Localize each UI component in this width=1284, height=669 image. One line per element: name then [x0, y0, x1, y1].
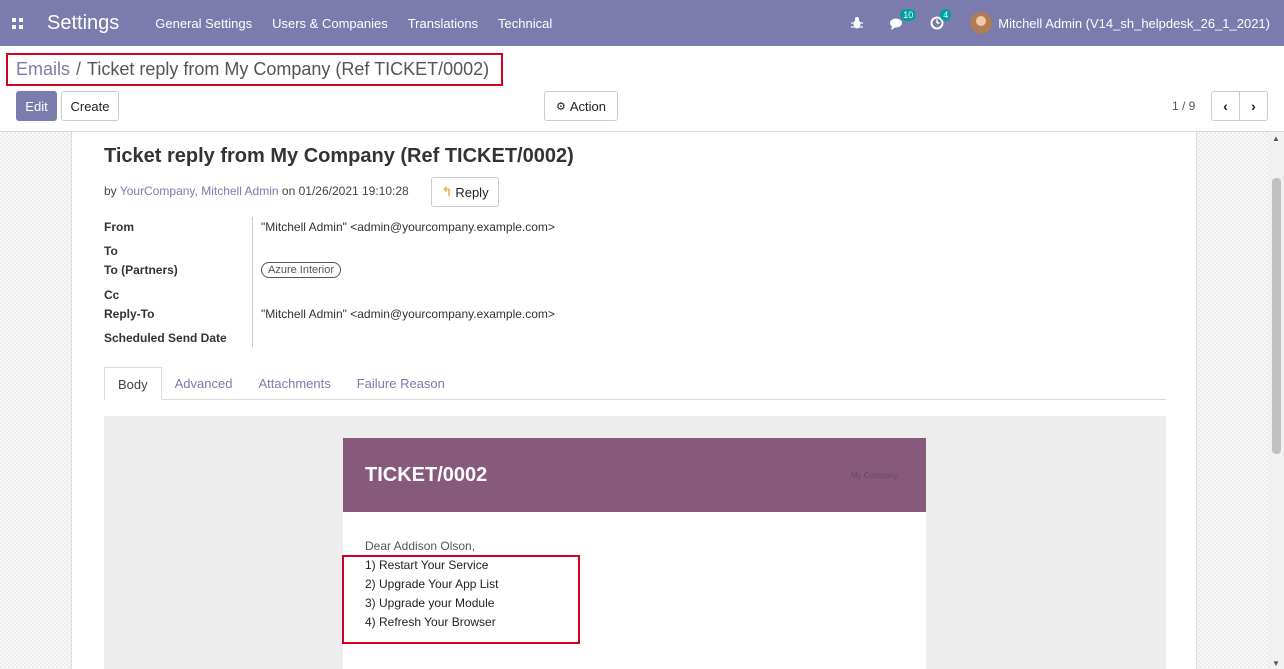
action-label: Action	[569, 98, 606, 114]
step-item: 2) Upgrade Your App List	[365, 577, 499, 591]
scheduled-send-date-label: Scheduled Send Date	[104, 331, 227, 345]
from-label: From	[104, 220, 134, 234]
activities-clock-icon[interactable]: 4	[930, 9, 952, 30]
reply-button[interactable]: ↰ Reply	[431, 177, 499, 207]
menu-translations[interactable]: Translations	[408, 16, 478, 31]
reply-label: Reply	[455, 184, 489, 200]
ticket-reference: TICKET/0002	[365, 464, 488, 486]
debug-bug-icon[interactable]	[850, 16, 864, 30]
tab-body[interactable]: Body	[104, 367, 162, 400]
scroll-down-icon[interactable]: ▼	[1272, 659, 1280, 668]
top-navbar: Settings General Settings Users & Compan…	[0, 0, 1284, 46]
tab-failure-reason[interactable]: Failure Reason	[344, 367, 458, 399]
create-button[interactable]: Create	[61, 91, 119, 121]
breadcrumb-current: Ticket reply from My Company (Ref TICKET…	[87, 59, 490, 79]
reply-to-value: "Mitchell Admin" <admin@yourcompany.exam…	[261, 307, 555, 321]
menu-general-settings[interactable]: General Settings	[155, 16, 252, 31]
email-header: TICKET/0002 My Company	[343, 438, 926, 512]
user-menu[interactable]: Mitchell Admin (V14_sh_helpdesk_26_1_202…	[998, 16, 1270, 31]
pager-buttons: ‹ ›	[1211, 91, 1268, 121]
menu-users-companies[interactable]: Users & Companies	[272, 16, 388, 31]
messages-chat-icon[interactable]: 10	[890, 9, 917, 30]
partner-tag[interactable]: Azure Interior	[261, 262, 342, 278]
messages-count-badge: 10	[900, 9, 917, 21]
cc-label: Cc	[104, 288, 120, 302]
to-partners-label: To (Partners)	[104, 263, 178, 277]
reply-to-label: Reply-To	[104, 307, 155, 321]
by-prefix: by	[104, 184, 117, 198]
activities-count-badge: 4	[940, 9, 952, 21]
step-item: 1) Restart Your Service	[365, 558, 489, 572]
date-prefix: on	[281, 184, 296, 198]
to-label: To	[104, 244, 118, 258]
vertical-scrollbar[interactable]: ▲ ▼	[1269, 132, 1284, 669]
action-button[interactable]: ⚙ Action	[544, 91, 618, 121]
apps-menu-icon[interactable]	[12, 17, 23, 29]
scroll-thumb[interactable]	[1272, 178, 1281, 454]
tab-attachments[interactable]: Attachments	[245, 367, 343, 399]
app-title[interactable]: Settings	[47, 12, 119, 35]
form-tabs: Body Advanced Attachments Failure Reason	[104, 367, 1166, 400]
from-value: "Mitchell Admin" <admin@yourcompany.exam…	[261, 220, 555, 234]
menu-technical[interactable]: Technical	[498, 16, 552, 31]
header-company-name: My Company	[850, 471, 898, 480]
gear-icon: ⚙	[555, 100, 566, 113]
breadcrumb-separator: /	[76, 59, 82, 79]
pager-previous-icon[interactable]: ‹	[1212, 92, 1240, 120]
breadcrumb-emails-link[interactable]: Emails	[16, 59, 70, 80]
email-subject: Ticket reply from My Company (Ref TICKET…	[104, 145, 574, 167]
user-avatar[interactable]	[970, 12, 993, 34]
breadcrumb: Emails / Ticket reply from My Company (R…	[6, 53, 503, 86]
email-meta: by YourCompany, Mitchell Admin on 01/26/…	[104, 184, 409, 198]
scroll-up-icon[interactable]: ▲	[1272, 134, 1280, 143]
email-date: 01/26/2021 19:10:28	[298, 184, 409, 198]
email-greeting: Dear Addison Olson,	[365, 539, 476, 553]
step-item: 4) Refresh Your Browser	[365, 615, 496, 629]
field-divider	[252, 217, 253, 347]
pager-next-icon[interactable]: ›	[1240, 92, 1267, 120]
author-link[interactable]: YourCompany, Mitchell Admin	[120, 184, 279, 198]
pager-value[interactable]: 1 / 9	[1172, 99, 1195, 113]
tab-advanced[interactable]: Advanced	[162, 367, 246, 399]
step-item: 3) Upgrade your Module	[365, 596, 495, 610]
reply-arrow-icon: ↰	[441, 184, 453, 199]
edit-button[interactable]: Edit	[16, 91, 57, 121]
